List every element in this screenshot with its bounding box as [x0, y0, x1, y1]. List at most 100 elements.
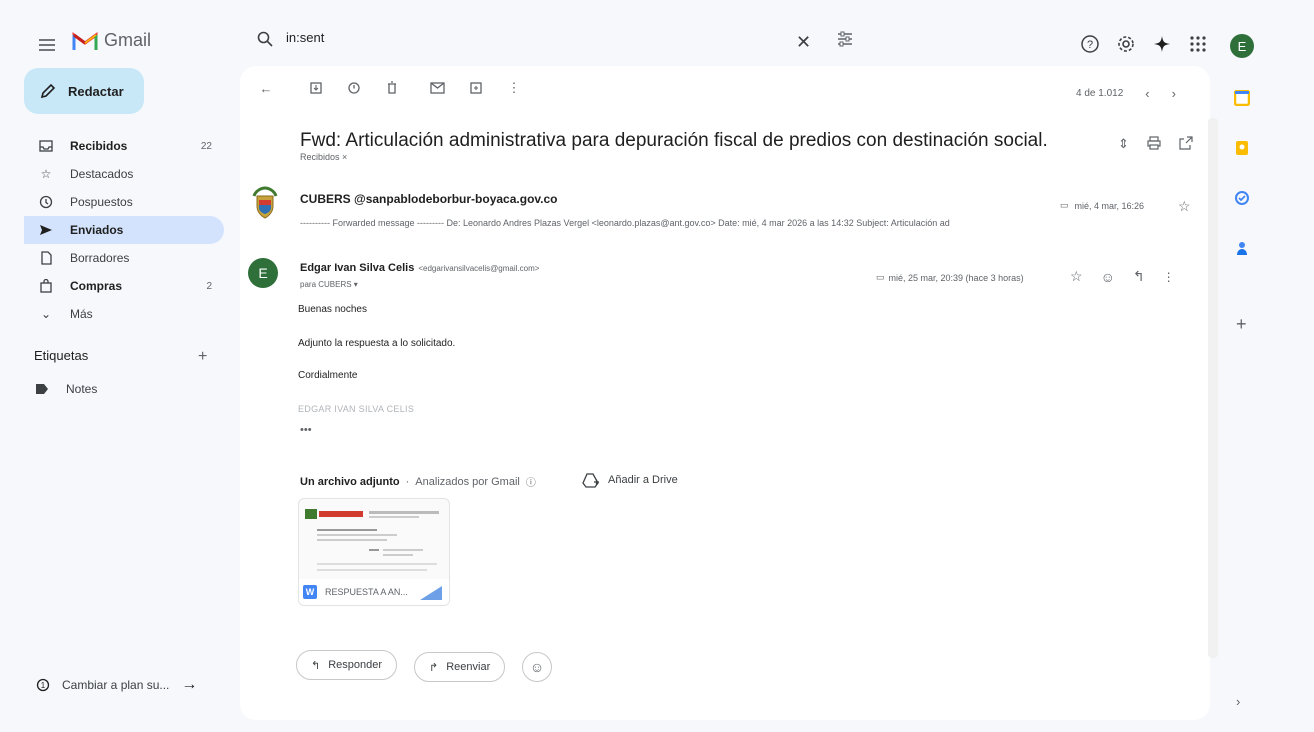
- attachments-header: Un archivo adjunto · Analizados por Gmai…: [300, 474, 536, 490]
- prev-page-icon[interactable]: ‹: [1145, 86, 1149, 101]
- message-scrollbar[interactable]: [1208, 118, 1218, 658]
- search-bar[interactable]: ✕: [246, 18, 866, 62]
- municipal-crest-icon: [252, 186, 278, 219]
- star-toggle-icon[interactable]: ☆: [1178, 198, 1191, 215]
- more-vert-icon[interactable]: ⋮: [1163, 270, 1175, 284]
- search-icon[interactable]: [256, 30, 274, 48]
- drive-add-icon: [582, 473, 599, 488]
- account-avatar[interactable]: E: [1230, 34, 1254, 58]
- attachment-card[interactable]: W RESPUESTA A AN...: [298, 498, 450, 606]
- emoji-reaction-button[interactable]: ☺: [522, 652, 552, 682]
- settings-gear-icon[interactable]: [1116, 34, 1136, 54]
- archive-button[interactable]: [306, 78, 326, 98]
- delete-button[interactable]: [382, 78, 402, 98]
- message-actions: ☆ ☺ ↰ ⋮: [1070, 268, 1175, 285]
- contacts-app-button[interactable]: [1232, 238, 1252, 258]
- print-icon[interactable]: [1147, 136, 1161, 150]
- reply-button[interactable]: ↰ Responder: [296, 650, 398, 680]
- emoji-react-icon[interactable]: ☺: [1101, 269, 1115, 285]
- forward-button[interactable]: ↱ Reenviar: [414, 652, 506, 682]
- star-icon: ☆: [40, 167, 52, 181]
- sender-name[interactable]: CUBERS @sanpablodeborbur-boyaca.gov.co: [300, 192, 558, 206]
- inbox-label-chip[interactable]: Recibidos ×: [300, 152, 347, 162]
- archive-icon: [310, 82, 322, 94]
- inbox-icon: [39, 140, 53, 152]
- compose-button[interactable]: Redactar: [24, 68, 144, 114]
- tasks-app-button[interactable]: [1232, 188, 1252, 208]
- sender-crest-avatar: [248, 186, 282, 220]
- open-new-window-icon[interactable]: [1179, 136, 1193, 150]
- label-name: Notes: [66, 382, 98, 396]
- search-input[interactable]: [286, 30, 686, 45]
- chevron-down-icon: ⌄: [40, 307, 52, 321]
- more-vert-icon[interactable]: ⋮: [504, 78, 524, 98]
- sidebar-item-snoozed[interactable]: Pospuestos: [24, 188, 224, 216]
- add-to-drive-button[interactable]: Añadir a Drive: [582, 472, 678, 488]
- svg-text:1: 1: [41, 681, 46, 690]
- show-side-panel-icon[interactable]: ›: [1236, 694, 1240, 709]
- reply-icon[interactable]: ↰: [1133, 268, 1145, 285]
- attachments-count: Un archivo adjunto: [300, 475, 400, 488]
- report-spam-button[interactable]: [344, 78, 364, 98]
- apps-grid-icon[interactable]: [1188, 34, 1208, 54]
- document-preview-thumbnail: [305, 509, 439, 571]
- sidebar-nav: Recibidos 22 ☆ Destacados Pospuestos Env…: [24, 132, 224, 328]
- calendar-app-button[interactable]: [1232, 88, 1252, 108]
- sidebar-item-label: Compras: [70, 279, 123, 293]
- attachment-icon: ▭: [1060, 200, 1069, 210]
- sidebar-label-notes[interactable]: Notes: [36, 382, 97, 396]
- sender-name[interactable]: Edgar Ivan Silva Celis: [300, 262, 414, 274]
- get-addons-icon[interactable]: +: [1236, 314, 1247, 335]
- back-arrow-icon[interactable]: ←: [256, 78, 276, 98]
- search-options-icon[interactable]: [836, 30, 854, 48]
- help-icon[interactable]: ?: [1080, 34, 1100, 54]
- draft-icon: [41, 251, 52, 265]
- clear-search-icon[interactable]: ✕: [796, 32, 811, 53]
- compose-label: Redactar: [68, 83, 124, 99]
- thread-subject: Fwd: Articulación administrativa para de…: [300, 130, 1048, 151]
- sidebar-item-purchases[interactable]: Compras 2: [24, 272, 224, 300]
- sidebar-item-label: Destacados: [70, 167, 134, 181]
- signature: EDGAR IVAN SILVA CELIS: [298, 404, 415, 414]
- body-greeting: Buenas noches: [298, 304, 367, 315]
- forward-label: Reenviar: [446, 661, 491, 673]
- gmail-m-icon: [72, 31, 98, 50]
- upgrade-plan-link[interactable]: 1 Cambiar a plan su... →: [36, 676, 197, 694]
- sidebar-item-inbox[interactable]: Recibidos 22: [24, 132, 224, 160]
- thread-actions: ⇕: [1118, 136, 1193, 152]
- shopping-icon: [40, 279, 52, 293]
- gemini-sparkle-icon[interactable]: [1152, 34, 1172, 54]
- sidebar-item-label: Borradores: [70, 251, 130, 265]
- next-page-icon[interactable]: ›: [1172, 86, 1176, 101]
- app-name: Gmail: [104, 30, 152, 50]
- sidebar-item-drafts[interactable]: Borradores: [24, 244, 224, 272]
- gmail-logo[interactable]: Gmail: [72, 30, 151, 51]
- message-snippet[interactable]: ---------- Forwarded message --------- D…: [300, 218, 1120, 228]
- sidebar-item-more[interactable]: ⌄ Más: [24, 300, 224, 328]
- add-label-icon[interactable]: +: [198, 348, 207, 366]
- mail-unread-icon: [430, 82, 445, 94]
- info-icon[interactable]: ⓘ: [526, 474, 536, 489]
- scanned-by-gmail: Analizados por Gmail: [415, 475, 520, 488]
- trash-icon: [388, 81, 396, 94]
- message-panel: [240, 66, 1210, 720]
- forward-icon: ↱: [429, 661, 439, 674]
- sidebar-item-starred[interactable]: ☆ Destacados: [24, 160, 224, 188]
- mark-unread-button[interactable]: [428, 78, 448, 98]
- sidebar-item-sent[interactable]: Enviados: [24, 216, 224, 244]
- drive-label: Añadir a Drive: [608, 474, 678, 486]
- main-menu-button[interactable]: [36, 34, 58, 56]
- star-toggle-icon[interactable]: ☆: [1070, 268, 1083, 285]
- body-closing: Cordialmente: [298, 370, 358, 381]
- hamburger-icon: [39, 39, 55, 51]
- smiley-icon: ☺: [529, 659, 545, 675]
- expand-all-icon[interactable]: ⇕: [1118, 136, 1129, 152]
- move-to-button[interactable]: [466, 78, 486, 98]
- recipient-dropdown[interactable]: para CUBERS ▾: [300, 280, 358, 289]
- keep-app-button[interactable]: [1232, 138, 1252, 158]
- word-doc-icon: W: [303, 585, 317, 599]
- show-trimmed-content-button[interactable]: •••: [300, 424, 312, 436]
- message-date: ▭ mié, 25 mar, 20:39 (hace 3 horas): [876, 272, 1024, 283]
- pencil-icon: [40, 83, 56, 99]
- attachment-name: RESPUESTA A AN...: [325, 587, 408, 597]
